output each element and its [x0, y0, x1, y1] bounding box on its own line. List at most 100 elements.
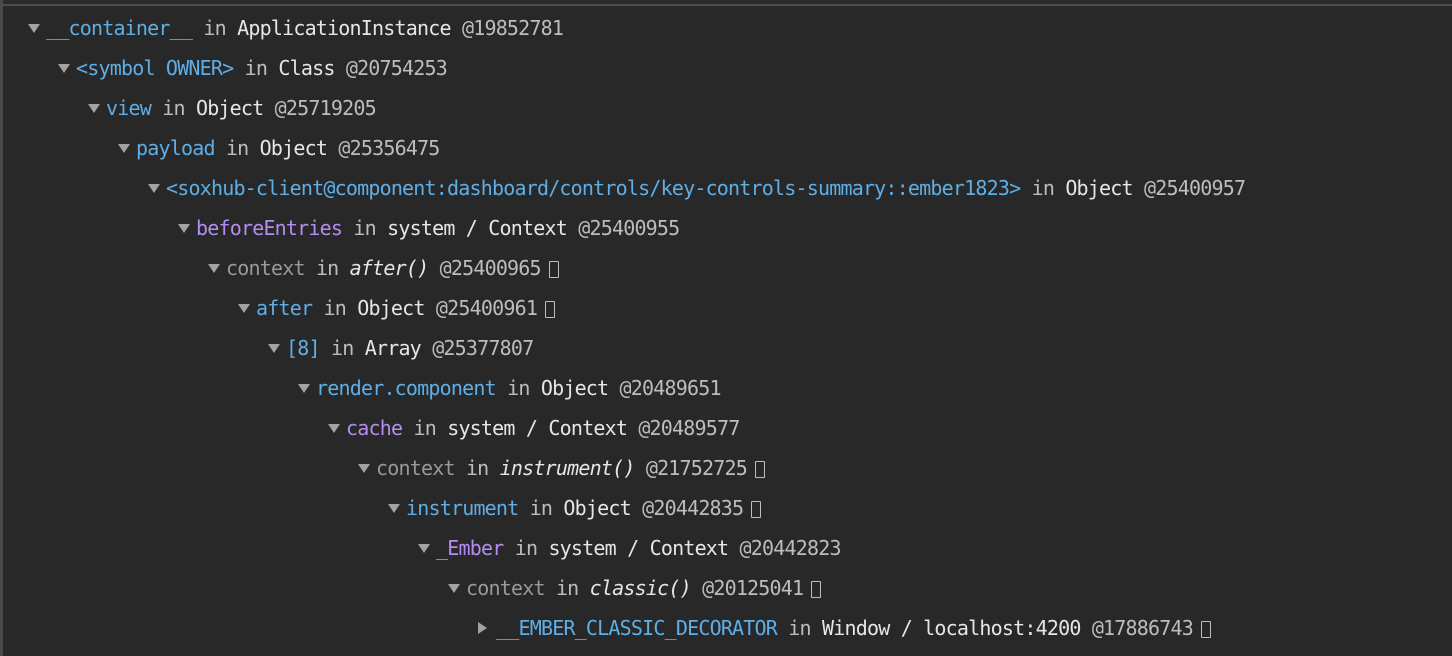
tree-node-type: system / Context: [447, 416, 628, 440]
reveal-in-summary-icon[interactable]: [755, 461, 765, 478]
tree-node-name[interactable]: after: [256, 296, 313, 320]
tree-node-name[interactable]: [8]: [286, 336, 321, 360]
disclosure-triangle-icon[interactable]: [208, 264, 220, 273]
disclosure-triangle-icon[interactable]: [418, 544, 430, 553]
reveal-in-summary-icon[interactable]: [1200, 621, 1211, 638]
tree-node-name[interactable]: context: [376, 456, 455, 480]
disclosure-triangle-icon[interactable]: [178, 224, 190, 233]
disclosure-triangle-icon[interactable]: [448, 584, 460, 593]
in-keyword: in: [353, 216, 376, 240]
tree-node-type: Window / localhost:4200: [822, 616, 1081, 640]
tree-node-type: Object: [357, 296, 425, 320]
tree-node-id: @20754253: [345, 56, 448, 80]
panel-top-border: [3, 0, 1452, 6]
in-keyword: in: [244, 56, 268, 80]
tree-row[interactable]: __EMBER_CLASSIC_DECORATOR in Window / lo…: [0, 608, 1452, 648]
tree-node-name[interactable]: __EMBER_CLASSIC_DECORATOR: [496, 616, 778, 640]
disclosure-triangle-icon[interactable]: [118, 144, 130, 153]
tree-row[interactable]: view in Object @25719205: [0, 88, 1452, 128]
reveal-in-summary-icon[interactable]: [751, 501, 762, 518]
tree-node-name[interactable]: view: [106, 96, 152, 120]
disclosure-triangle-icon[interactable]: [238, 304, 250, 313]
tree-node-type: Class: [278, 56, 335, 80]
tree-node-name[interactable]: <soxhub-client@component:dashboard/contr…: [166, 176, 1021, 200]
tree-row[interactable]: __container__ in ApplicationInstance @19…: [0, 8, 1452, 48]
tree-node-type: system / Context: [387, 216, 568, 240]
tree-row[interactable]: <symbol OWNER> in Class @20754253: [0, 48, 1452, 88]
tree-row[interactable]: context in instrument() @21752725: [0, 448, 1452, 488]
tree-node-type: after(): [349, 256, 429, 280]
in-keyword: in: [225, 136, 249, 160]
tree-node-id: @20125041: [702, 576, 804, 600]
tree-node-id: @25719205: [274, 96, 377, 120]
in-keyword: in: [162, 96, 185, 120]
in-keyword: in: [507, 376, 530, 400]
tree-node-type: ApplicationInstance: [237, 16, 451, 40]
tree-node-type: Object: [563, 496, 631, 520]
tree-row[interactable]: render.component in Object @20489651: [0, 368, 1452, 408]
tree-node-id: @25400955: [578, 216, 680, 240]
disclosure-triangle-icon[interactable]: [298, 384, 310, 393]
disclosure-triangle-icon[interactable]: [58, 64, 70, 73]
tree-node-name[interactable]: beforeEntries: [196, 216, 343, 240]
tree-node-id: @25356475: [338, 136, 440, 160]
in-keyword: in: [788, 616, 811, 640]
retainers-tree: __container__ in ApplicationInstance @19…: [0, 8, 1452, 648]
tree-row[interactable]: <soxhub-client@component:dashboard/contr…: [0, 168, 1452, 208]
tree-node-id: @20442835: [642, 496, 744, 520]
tree-node-type: Array: [364, 336, 422, 360]
disclosure-triangle-icon[interactable]: [268, 344, 280, 353]
tree-node-type: Object: [259, 136, 328, 160]
tree-node-id: @21752725: [645, 456, 748, 480]
tree-node-id: @20489651: [619, 376, 722, 400]
tree-node-type: classic(): [589, 576, 692, 600]
reveal-in-summary-icon[interactable]: [811, 581, 822, 598]
reveal-in-summary-icon[interactable]: [548, 261, 559, 278]
in-keyword: in: [413, 416, 436, 440]
tree-row[interactable]: context in after() @25400965: [0, 248, 1452, 288]
tree-node-id: @17886743: [1091, 616, 1194, 640]
tree-node-id: @20442823: [739, 536, 842, 560]
disclosure-triangle-icon[interactable]: [358, 464, 370, 473]
disclosure-triangle-icon[interactable]: [28, 24, 40, 33]
tree-node-type: instrument(): [499, 456, 636, 480]
tree-node-name[interactable]: payload: [136, 136, 215, 160]
tree-node-type: system / Context: [548, 536, 729, 560]
in-keyword: in: [1031, 176, 1055, 200]
in-keyword: in: [465, 456, 489, 480]
in-keyword: in: [315, 256, 339, 280]
tree-node-id: @25400965: [439, 256, 542, 280]
tree-node-name[interactable]: instrument: [406, 496, 519, 520]
tree-node-name[interactable]: render.component: [316, 376, 497, 400]
tree-row[interactable]: after in Object @25400961: [0, 288, 1452, 328]
disclosure-triangle-icon[interactable]: [148, 184, 160, 193]
disclosure-triangle-icon[interactable]: [328, 424, 340, 433]
tree-node-name[interactable]: _Ember: [436, 536, 504, 560]
tree-node-type: Object: [540, 376, 609, 400]
tree-node-name[interactable]: <symbol OWNER>: [76, 56, 234, 80]
tree-node-type: Object: [1065, 176, 1133, 200]
in-keyword: in: [330, 336, 354, 360]
in-keyword: in: [323, 296, 346, 320]
tree-row[interactable]: beforeEntries in system / Context @25400…: [0, 208, 1452, 248]
tree-node-name[interactable]: cache: [346, 416, 403, 440]
tree-row[interactable]: context in classic() @20125041: [0, 568, 1452, 608]
tree-node-id: @25400957: [1144, 176, 1246, 200]
tree-node-name[interactable]: __container__: [46, 16, 193, 40]
tree-node-name[interactable]: context: [226, 256, 305, 280]
tree-row[interactable]: instrument in Object @20442835: [0, 488, 1452, 528]
disclosure-triangle-icon[interactable]: [388, 504, 400, 513]
disclosure-triangle-icon[interactable]: [88, 104, 100, 113]
disclosure-triangle-icon[interactable]: [478, 622, 487, 634]
tree-node-id: @19852781: [461, 16, 564, 40]
tree-node-id: @25377807: [432, 336, 534, 360]
tree-row[interactable]: [8] in Array @25377807: [0, 328, 1452, 368]
tree-node-name[interactable]: context: [466, 576, 545, 600]
in-keyword: in: [529, 496, 553, 520]
in-keyword: in: [555, 576, 579, 600]
tree-row[interactable]: cache in system / Context @20489577: [0, 408, 1452, 448]
reveal-in-summary-icon[interactable]: [545, 301, 556, 318]
tree-row[interactable]: _Ember in system / Context @20442823: [0, 528, 1452, 568]
tree-row[interactable]: payload in Object @25356475: [0, 128, 1452, 168]
tree-node-id: @25400961: [435, 296, 538, 320]
